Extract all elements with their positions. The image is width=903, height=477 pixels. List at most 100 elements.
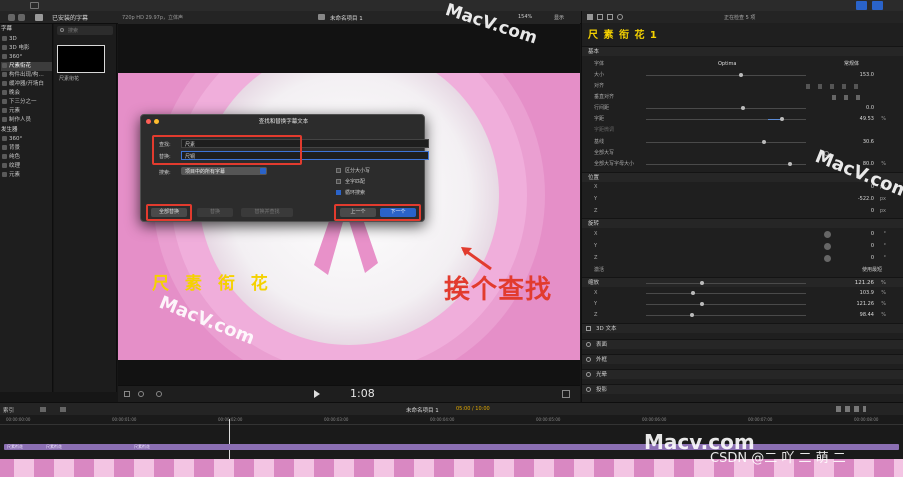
font-family-select[interactable]: Optima: [718, 60, 736, 69]
section-3d-text[interactable]: 3D 文本: [582, 323, 903, 333]
font-row[interactable]: 字体 Optima 常规体: [582, 60, 903, 69]
rotation-z-row[interactable]: Z 0 °: [582, 254, 903, 263]
position-y-row[interactable]: Y -522.0 px: [582, 195, 903, 204]
checkmark-icon[interactable]: [586, 357, 591, 362]
rotation-dial-icon[interactable]: [824, 231, 831, 238]
media-icon[interactable]: [8, 14, 15, 21]
layout-icon[interactable]: [856, 1, 867, 10]
section-titles[interactable]: 字幕: [1, 25, 52, 34]
checkmark-icon[interactable]: [586, 342, 591, 347]
info-icon[interactable]: [617, 14, 623, 20]
scale-slider[interactable]: [646, 283, 806, 284]
lib-item-credits[interactable]: 制作人员: [1, 116, 52, 125]
folder-icon: [2, 163, 7, 168]
titles-browser: 搜索 尺素衔花: [54, 24, 117, 392]
search-field[interactable]: 搜索: [57, 26, 113, 35]
folder-icon: [2, 172, 7, 177]
position-x-row[interactable]: X 0 px: [582, 183, 903, 192]
size-row[interactable]: 大小 153.0: [582, 71, 903, 80]
title-thumbnail[interactable]: [57, 45, 105, 73]
alignment-buttons[interactable]: [806, 84, 864, 89]
thumbnail-label: 尺素衔花: [59, 76, 80, 82]
timeline: 00:00:00:00 00:00:01:00 00:00:02:00 00:0…: [0, 415, 903, 477]
video-inspector-icon[interactable]: [597, 14, 603, 20]
lib-item-chisu[interactable]: 尺素衔花: [1, 62, 52, 71]
section-rotation[interactable]: 旋转: [582, 218, 903, 228]
rotation-x-row[interactable]: X 0 °: [582, 230, 903, 239]
lib-item-build[interactable]: 构件出现/构…: [1, 71, 52, 80]
section-scale[interactable]: 缩放 121.26%: [582, 277, 903, 287]
search-placeholder: 搜索: [68, 28, 79, 34]
play-icon[interactable]: [314, 390, 320, 398]
lib-item-3d[interactable]: 3D: [1, 35, 52, 44]
speed-icon[interactable]: [156, 391, 162, 397]
viewer-controls: 1:08: [118, 385, 580, 402]
search-scope-select[interactable]: 项目中的所有字幕: [181, 167, 267, 175]
gen-item-elements[interactable]: 元素: [1, 171, 52, 180]
gen-item-texture[interactable]: 纹理: [1, 162, 52, 171]
edit-icon[interactable]: [60, 407, 66, 412]
section-glow[interactable]: 光晕: [582, 369, 903, 379]
checkmark-icon[interactable]: [586, 372, 591, 377]
animate-select[interactable]: 使用最短: [862, 266, 882, 275]
timeline-tools[interactable]: [836, 406, 866, 412]
scale-y-row[interactable]: Y 121.26%: [582, 300, 903, 309]
timeline-ruler: 00:00:00:00 00:00:01:00 00:00:02:00 00:0…: [0, 415, 903, 425]
lib-item-lower-third[interactable]: 下三分之一: [1, 98, 52, 107]
rotation-y-row[interactable]: Y 0 °: [582, 242, 903, 251]
crop-icon[interactable]: [124, 391, 130, 397]
folder-icon: [2, 117, 7, 122]
transform-icon[interactable]: [138, 391, 144, 397]
baseline-row[interactable]: 基线 30.6: [582, 138, 903, 147]
vertical-align-buttons[interactable]: [832, 95, 862, 100]
index-button[interactable]: 索引: [3, 406, 14, 414]
animate-row[interactable]: 激活 使用最短: [582, 266, 903, 275]
all-caps-row[interactable]: 全部大写: [582, 149, 903, 158]
scale-z-row[interactable]: Z 98.44%: [582, 311, 903, 320]
library-icon[interactable]: [30, 2, 39, 9]
gen-item-bg[interactable]: 背景: [1, 144, 52, 153]
tracking-row[interactable]: 字距 49.53 %: [582, 115, 903, 124]
size-slider[interactable]: [646, 75, 806, 76]
text-inspector-icon[interactable]: [587, 14, 593, 20]
lib-item-party[interactable]: 晚会: [1, 89, 52, 98]
gen-item-360[interactable]: 360°: [1, 135, 52, 144]
checkbox-icon[interactable]: [586, 326, 591, 331]
section-basic[interactable]: 基本: [582, 46, 903, 56]
font-style-select[interactable]: 常规体: [844, 60, 859, 69]
replace-button[interactable]: 替换: [197, 208, 233, 217]
view-menu[interactable]: 显示: [554, 14, 564, 21]
checkmark-icon: [336, 190, 341, 195]
line-spacing-slider[interactable]: [646, 108, 806, 109]
gen-item-solid[interactable]: 纯色: [1, 153, 52, 162]
section-shadow[interactable]: 投影: [582, 384, 903, 394]
section-outline[interactable]: 外框: [582, 354, 903, 364]
section-face[interactable]: 表面: [582, 339, 903, 349]
lib-item-bumper[interactable]: 缓冲器/开场白: [1, 80, 52, 89]
edit-icon[interactable]: [40, 407, 46, 412]
inspector-title: 尺 素 衔 花 1: [588, 30, 658, 41]
caps-size-slider[interactable]: [646, 164, 806, 165]
baseline-slider[interactable]: [646, 142, 806, 143]
rotation-dial-icon[interactable]: [824, 255, 831, 262]
alignment-row[interactable]: 对齐: [582, 82, 903, 91]
layout-icon[interactable]: [872, 1, 883, 10]
line-spacing-row[interactable]: 行间距 0.0: [582, 104, 903, 113]
replace-and-find-button[interactable]: 替换并查找: [241, 208, 293, 217]
timeline-header: 索引 未命名项目 1 05:00 / 10:00: [0, 402, 903, 415]
titles-icon[interactable]: [35, 14, 43, 21]
vertical-align-row[interactable]: 垂直对齐: [582, 93, 903, 102]
fullscreen-icon[interactable]: [562, 390, 570, 398]
library-title: 已安装的字幕: [52, 15, 89, 22]
rotation-dial-icon[interactable]: [824, 243, 831, 250]
scale-x-row[interactable]: X 103.9%: [582, 289, 903, 298]
lib-item-elements[interactable]: 元素: [1, 107, 52, 116]
section-generators[interactable]: 发生器: [1, 126, 52, 135]
position-z-row[interactable]: Z 0 px: [582, 207, 903, 216]
photos-icon[interactable]: [18, 14, 25, 21]
filter-icon[interactable]: [607, 14, 613, 20]
lib-item-3d-movie[interactable]: 3D 电影: [1, 44, 52, 53]
checkmark-icon[interactable]: [586, 387, 591, 392]
lib-item-360[interactable]: 360°: [1, 53, 52, 62]
zoom-menu[interactable]: 154%: [518, 14, 532, 20]
